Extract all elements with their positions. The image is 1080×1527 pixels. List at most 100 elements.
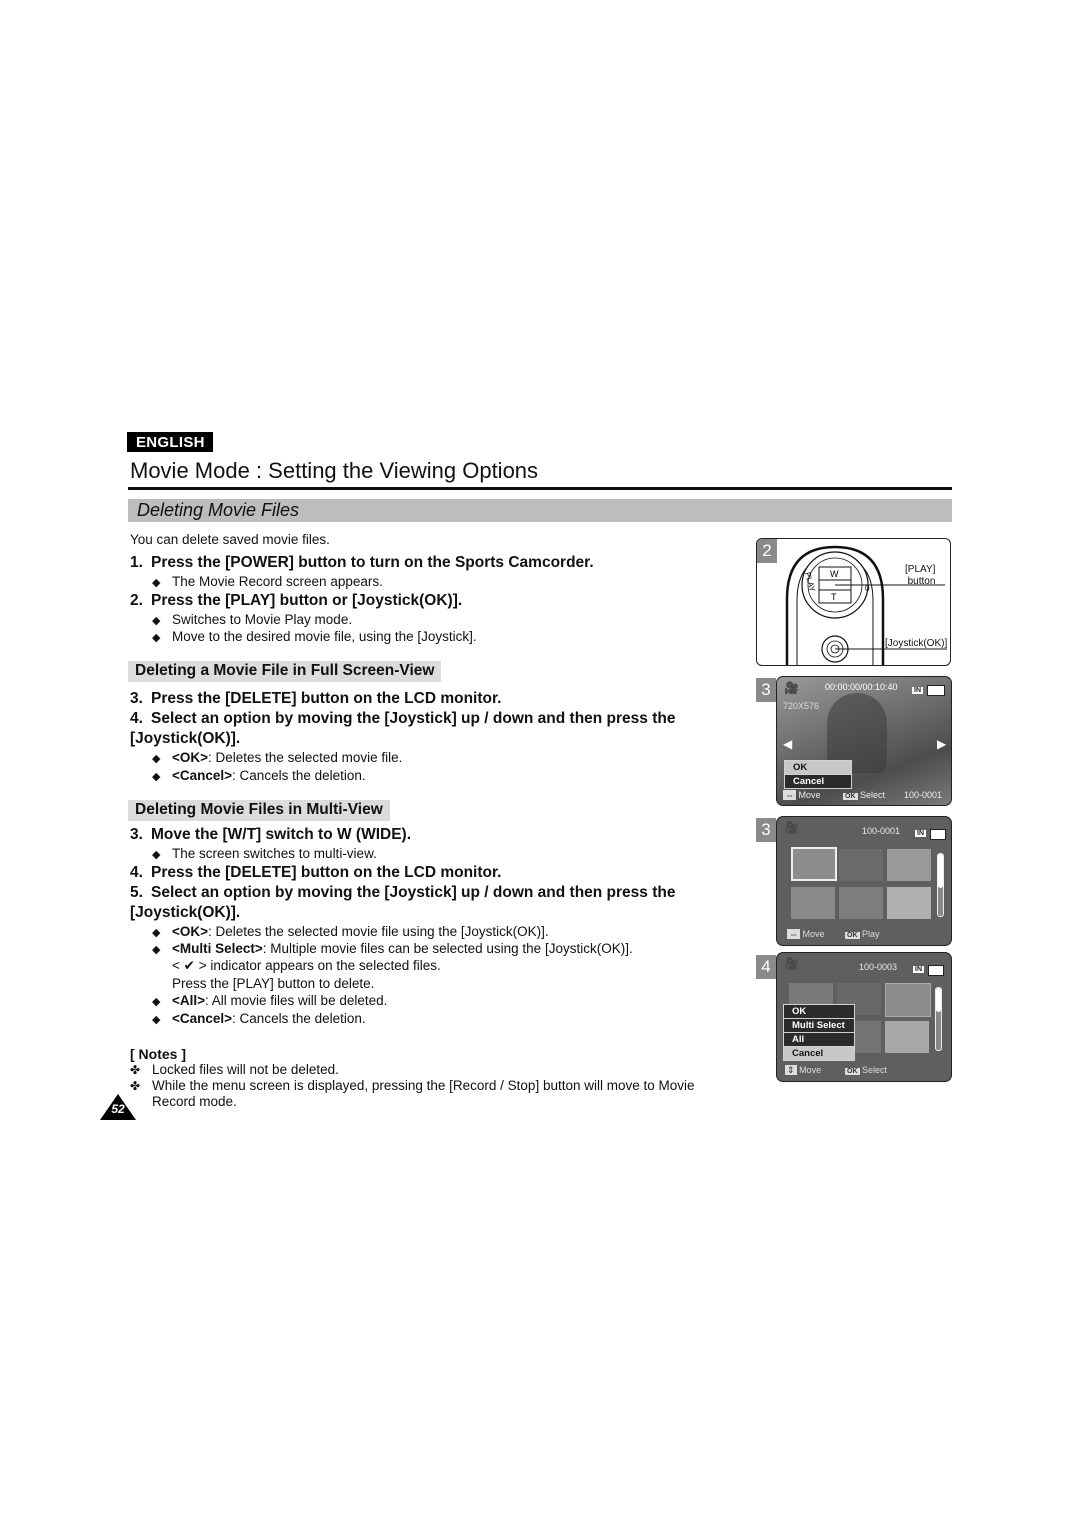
joystick-label: [Joystick(OK)]: [885, 638, 948, 649]
mv-step-3: 3. Move the [W/T] switch to W (WIDE).: [130, 826, 412, 843]
ok-icon: OK: [845, 932, 860, 939]
section-title: Deleting Movie Files: [137, 500, 300, 520]
battery-icon: [927, 682, 945, 700]
footer-move: ⇕ Move: [785, 1065, 822, 1075]
ok-icon: OK: [845, 1068, 860, 1075]
dial-w-label: W: [830, 569, 839, 579]
delete-menu: OK Cancel: [784, 760, 852, 789]
intro-steps: 1. Press the [POWER] button to turn on th…: [130, 554, 730, 644]
mv-option-cancel: ◆ <Cancel>: Cancels the deletion.: [152, 1011, 366, 1026]
fs-step-3: 3. Press the [DELETE] button on the LCD m…: [130, 690, 502, 707]
clover-bullet-icon: ✤: [130, 1063, 141, 1077]
note-item-cont: Record mode.: [152, 1094, 237, 1109]
diamond-bullet-icon: ◆: [152, 849, 161, 861]
step-2-bullet: ◆ Move to the desired movie file, using t…: [152, 629, 477, 644]
thumbnail[interactable]: [887, 887, 931, 919]
diamond-bullet-icon: ◆: [152, 927, 161, 939]
joystick-icon: ⇔: [783, 790, 796, 800]
footer-select: OK Select: [845, 1065, 888, 1075]
lcd-multi-view: 🎥 100-0001 IN ⇔ Move OK Play: [776, 816, 952, 946]
mv-step-5-cont: [Joystick(OK)].: [130, 904, 241, 921]
step-1: 1. Press the [POWER] button to turn on th…: [130, 554, 594, 571]
intro-text: You can delete saved movie files.: [130, 532, 330, 547]
section-header: Deleting Movie Files: [128, 499, 952, 522]
note-item: ✤ While the menu screen is displayed, pre…: [130, 1078, 695, 1093]
diamond-bullet-icon: ◆: [152, 771, 161, 783]
notes-title: [ Notes ]: [130, 1046, 186, 1062]
footer-move: ⇔ Move: [787, 929, 825, 939]
fs-step-4: 4. Select an option by moving the [Joysti…: [130, 710, 676, 727]
clover-bullet-icon: ✤: [130, 1079, 141, 1093]
mv-multi-select-cont-1: < ✔ > indicator appears on the selected …: [172, 958, 441, 973]
prev-arrow-icon[interactable]: ◀: [783, 737, 792, 751]
scrollbar[interactable]: [935, 987, 942, 1051]
fs-step-4-cont: [Joystick(OK)].: [130, 730, 241, 747]
step-2-bullet: ◆ Switches to Movie Play mode.: [152, 612, 353, 627]
mv-option-ok: ◆ <OK>: Deletes the selected movie file u…: [152, 924, 549, 939]
dial-t-label: T: [831, 592, 837, 602]
notes-list: ✤ Locked files will not be deleted. ✤ Whil…: [130, 1062, 770, 1109]
battery-icon: [928, 962, 944, 980]
file-number: 100-0001: [904, 790, 943, 800]
thumbnail-selected[interactable]: [791, 847, 837, 881]
mv-step-5: 5. Select an option by moving the [Joysti…: [130, 884, 676, 901]
mv-option-all: ◆ <All>: All movie files will be deleted.: [152, 993, 388, 1008]
movie-camera-icon: 🎥: [784, 681, 799, 695]
note-item: ✤ Locked files will not be deleted.: [130, 1062, 339, 1077]
scrollbar[interactable]: [937, 853, 944, 917]
battery-icon: [930, 826, 946, 844]
page-number: 52: [111, 1102, 125, 1116]
diamond-bullet-icon: ◆: [152, 753, 161, 765]
footer-play: OK Play: [845, 929, 880, 939]
figure-number: 3: [756, 678, 776, 702]
multi-view-steps: 3. Move the [W/T] switch to W (WIDE). ◆ Th…: [130, 826, 750, 1026]
timecode: 00:00:00/00:10:40: [825, 682, 898, 692]
menu-item-cancel[interactable]: Cancel: [784, 1047, 854, 1060]
footer-move: ⇔ Move: [783, 790, 821, 800]
ok-icon: OK: [843, 793, 858, 800]
subhead-multi-view: Deleting Movie Files in Multi-View: [128, 800, 390, 821]
thumbnail[interactable]: [885, 983, 931, 1017]
title-divider: [128, 487, 952, 490]
diamond-bullet-icon: ◆: [152, 615, 161, 627]
menu-item-ok[interactable]: OK: [784, 1005, 854, 1019]
menu-item-multi-select[interactable]: Multi Select: [784, 1019, 854, 1033]
thumbnail[interactable]: [885, 1021, 929, 1053]
mv-step-4: 4. Press the [DELETE] button on the LCD m…: [130, 864, 502, 881]
menu-item-ok[interactable]: OK: [785, 761, 851, 775]
diamond-bullet-icon: ◆: [152, 577, 161, 589]
figure-number: 4: [756, 955, 776, 979]
play-button-label: [PLAY] button: [905, 564, 936, 587]
memory-indicator: IN: [913, 966, 924, 974]
file-number: 100-0003: [859, 962, 898, 972]
mv-option-multi-select: ◆ <Multi Select>: Multiple movie files ca…: [152, 941, 633, 956]
diamond-bullet-icon: ◆: [152, 944, 161, 956]
diamond-bullet-icon: ◆: [152, 1014, 161, 1026]
movie-camera-icon: 🎥: [784, 957, 799, 971]
joystick-icon: ⇔: [787, 929, 800, 939]
next-arrow-icon[interactable]: ▶: [937, 737, 946, 751]
file-number: 100-0001: [862, 826, 901, 836]
step-2: 2. Press the [PLAY] button or [Joystick(O…: [130, 592, 463, 609]
joystick-icon: ⇕: [785, 1065, 797, 1075]
menu-item-cancel[interactable]: Cancel: [785, 775, 851, 788]
subhead-full-screen: Deleting a Movie File in Full Screen-Vie…: [128, 661, 442, 682]
page-title: Movie Mode : Setting the Viewing Options: [130, 458, 539, 483]
thumbnail[interactable]: [887, 849, 931, 881]
figure-number: 3: [756, 818, 776, 842]
fs-option-ok: ◆ <OK>: Deletes the selected movie file.: [152, 750, 403, 765]
thumbnail[interactable]: [839, 887, 883, 919]
thumbnail[interactable]: [839, 849, 883, 881]
lcd-multi-view-delete: 🎥 100-0003 IN OK Multi Select All Cancel…: [776, 952, 952, 1082]
delete-menu: OK Multi Select All Cancel: [783, 1004, 855, 1061]
lcd-full-screen-view: 🎥 00:00:00/00:10:40 IN 720X576 ◀ ▶ OK Ca…: [776, 676, 952, 806]
resolution: 720X576: [783, 701, 820, 711]
figure-device-buttons: 2 W T 0 PLAY [PLAY] button [Joystick(OK)…: [756, 538, 951, 666]
step-1-bullet: ◆ The Movie Record screen appears.: [152, 574, 383, 589]
menu-item-all[interactable]: All: [784, 1033, 854, 1047]
fs-option-cancel: ◆ <Cancel>: Cancels the deletion.: [152, 768, 366, 783]
footer-select: OK Select: [843, 790, 886, 800]
thumbnail[interactable]: [791, 887, 835, 919]
diamond-bullet-icon: ◆: [152, 632, 161, 644]
language-badge: ENGLISH: [127, 432, 213, 452]
